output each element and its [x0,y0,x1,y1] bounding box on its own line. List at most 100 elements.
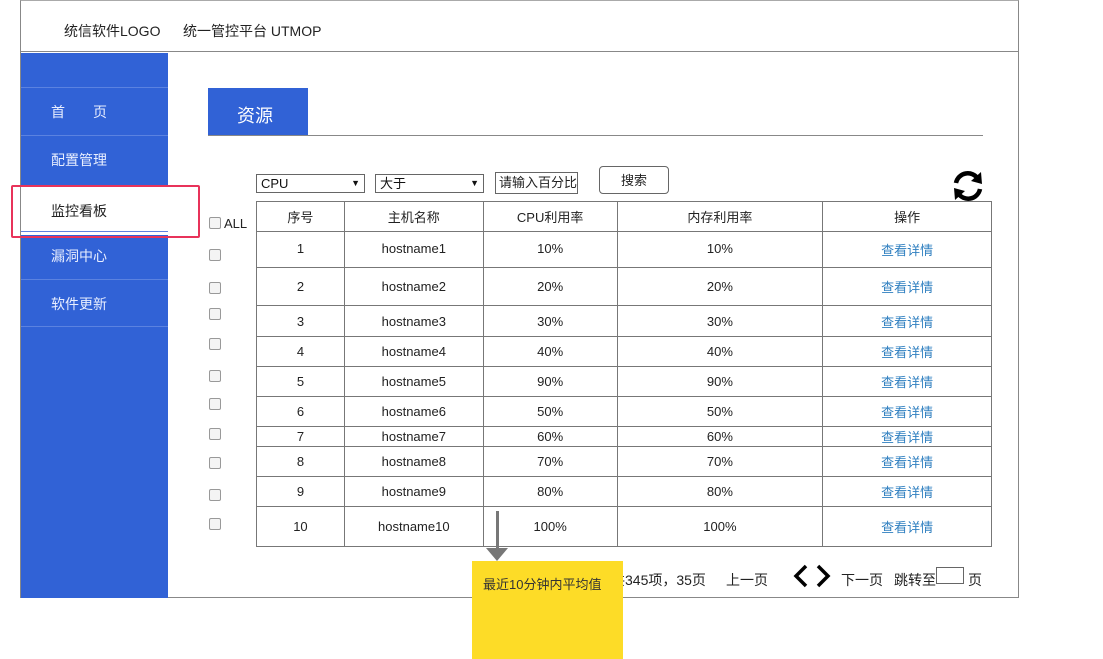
cell-action: 查看详情 [822,446,992,477]
cell-no: 7 [256,426,345,447]
cell-action: 查看详情 [822,476,992,507]
table-row: 5 hostname5 90% 90% 查看详情 [256,366,992,397]
col-header-action: 操作 [822,201,992,232]
table-row: 10 hostname10 100% 100% 查看详情 [256,506,992,547]
cell-cpu: 60% [482,426,618,447]
table-header-row: 序号 主机名称 CPU利用率 内存利用率 操作 [256,201,992,232]
cell-host: hostname10 [343,506,484,547]
sidebar-item-home[interactable]: 首 页 [21,87,168,135]
pager-jump-label: 跳转至 [894,572,936,588]
pager-prev[interactable]: 上一页 [726,570,768,590]
cell-cpu: 40% [482,336,618,367]
cell-action: 查看详情 [822,267,992,306]
cell-action: 查看详情 [822,506,992,547]
col-header-cpu: CPU利用率 [482,201,618,232]
percent-input[interactable]: 请输入百分比 [495,172,578,194]
view-detail-link[interactable]: 查看详情 [881,375,933,390]
table-row: 4 hostname4 40% 40% 查看详情 [256,336,992,367]
sidebar-item-config[interactable]: 配置管理 [21,135,168,183]
cell-mem: 40% [616,336,824,367]
cell-mem: 10% [616,231,824,268]
view-detail-link[interactable]: 查看详情 [881,455,933,470]
cell-mem: 50% [616,396,824,427]
cell-action: 查看详情 [822,366,992,397]
cell-cpu: 70% [482,446,618,477]
cell-no: 4 [256,336,345,367]
row-checkbox[interactable] [209,308,221,320]
operator-select[interactable]: 大于 ▼ [375,174,484,193]
cell-cpu: 10% [482,231,618,268]
col-header-host: 主机名称 [343,201,484,232]
annotation-arrow-icon [486,548,508,561]
refresh-icon[interactable] [950,168,986,204]
table-row: 9 hostname9 80% 80% 查看详情 [256,476,992,507]
cell-host: hostname1 [343,231,484,268]
row-checkbox[interactable] [209,428,221,440]
page-jump-input[interactable] [936,567,964,584]
metric-select-value: CPU [261,176,289,191]
cell-host: hostname2 [343,267,484,306]
row-checkbox[interactable] [209,518,221,530]
metric-select[interactable]: CPU ▼ [256,174,365,193]
table-row: 8 hostname8 70% 70% 查看详情 [256,446,992,477]
cell-no: 5 [256,366,345,397]
sidebar-item-vuln[interactable]: 漏洞中心 [21,231,168,279]
row-checkbox[interactable] [209,398,221,410]
logo: 统信软件LOGO [64,23,161,39]
view-detail-link[interactable]: 查看详情 [881,345,933,360]
sticky-note: 最近10分钟内平均值 [472,561,623,659]
sidebar-item-update[interactable]: 软件更新 [21,279,168,327]
row-checkbox[interactable] [209,457,221,469]
row-checkbox[interactable] [209,249,221,261]
view-detail-link[interactable]: 查看详情 [881,280,933,295]
select-all-label: ALL [224,216,248,231]
col-header-mem: 内存利用率 [616,201,824,232]
sidebar: 首 页 配置管理 监控看板 漏洞中心 软件更新 [21,53,168,598]
cell-no: 1 [256,231,345,268]
table-row: 2 hostname2 20% 20% 查看详情 [256,267,992,306]
dropdown-arrow-icon: ▼ [351,178,360,188]
active-item-highlight [11,185,200,238]
pager-jump-suffix: 页 [968,572,982,588]
view-detail-link[interactable]: 查看详情 [881,315,933,330]
cell-action: 查看详情 [822,231,992,268]
cell-no: 10 [256,506,345,547]
table-row: 6 hostname6 50% 50% 查看详情 [256,396,992,427]
cell-host: hostname5 [343,366,484,397]
view-detail-link[interactable]: 查看详情 [881,405,933,420]
cell-mem: 60% [616,426,824,447]
top-bar: 统信软件LOGO 统一管控平台 UTMOP [20,0,1019,52]
cell-mem: 70% [616,446,824,477]
cell-no: 3 [256,305,345,337]
pager-chevrons-icon[interactable] [792,562,832,590]
cell-action: 查看详情 [822,305,992,337]
cell-host: hostname9 [343,476,484,507]
tab-resources[interactable]: 资源 [208,88,308,135]
cell-mem: 80% [616,476,824,507]
view-detail-link[interactable]: 查看详情 [881,520,933,535]
cell-host: hostname3 [343,305,484,337]
pager-next[interactable]: 下一页 [841,570,883,590]
search-button[interactable]: 搜索 [599,166,669,194]
cell-no: 6 [256,396,345,427]
row-checkbox[interactable] [209,489,221,501]
view-detail-link[interactable]: 查看详情 [881,430,933,445]
row-checkbox[interactable] [209,338,221,350]
tab-underline [208,135,983,136]
resource-table: 序号 主机名称 CPU利用率 内存利用率 操作 1 hostname1 10% … [256,201,992,547]
cell-no: 2 [256,267,345,306]
cell-action: 查看详情 [822,426,992,447]
row-checkbox[interactable] [209,370,221,382]
view-detail-link[interactable]: 查看详情 [881,243,933,258]
cell-mem: 20% [616,267,824,306]
cell-cpu: 50% [482,396,618,427]
row-checkbox[interactable] [209,282,221,294]
table-row: 1 hostname1 10% 10% 查看详情 [256,231,992,268]
cell-action: 查看详情 [822,336,992,367]
cell-mem: 30% [616,305,824,337]
cell-host: hostname6 [343,396,484,427]
cell-no: 8 [256,446,345,477]
select-all-checkbox[interactable] [209,217,221,229]
view-detail-link[interactable]: 查看详情 [881,485,933,500]
cell-host: hostname8 [343,446,484,477]
